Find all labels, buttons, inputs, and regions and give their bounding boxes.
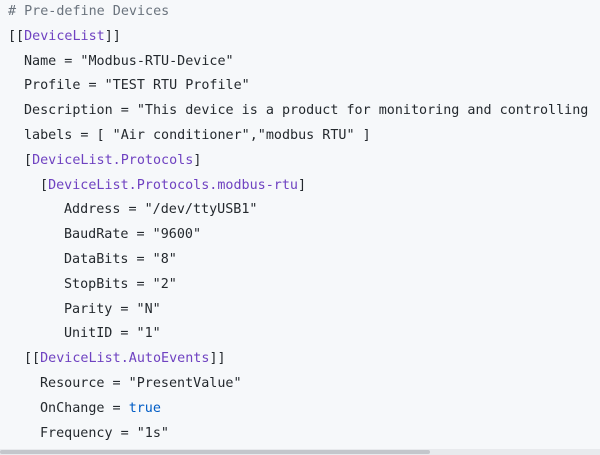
comment-line: # Pre-define Devices <box>8 0 169 25</box>
horizontal-scrollbar-thumb[interactable] <box>0 450 430 454</box>
onchange-value: true <box>128 400 161 416</box>
frequency-text: Frequency = "1s" <box>40 425 169 441</box>
baudrate-line: BaudRate = "9600" <box>64 223 201 248</box>
description-line: Description = "This device is a product … <box>24 99 588 124</box>
name-text: Name = "Modbus-RTU-Device" <box>24 53 234 69</box>
bracket-open: [ <box>40 177 49 193</box>
stopbits-line: StopBits = "2" <box>64 273 177 298</box>
section-header-autoevents: [[DeviceList.AutoEvents]] <box>24 347 226 372</box>
address-line: Address = "/dev/ttyUSB1" <box>64 198 257 223</box>
onchange-key: OnChange = <box>40 400 129 416</box>
description-text: Description = "This device is a product … <box>24 103 589 119</box>
name-line: Name = "Modbus-RTU-Device" <box>24 50 234 75</box>
profile-line: Profile = "TEST RTU Profile" <box>24 74 250 99</box>
section-header-modbus-rtu: [DeviceList.Protocols.modbus-rtu] <box>40 174 306 199</box>
section-name: DeviceList.Protocols <box>32 152 194 168</box>
code-block: # Pre-define Devices [[DeviceList]] Name… <box>0 0 600 455</box>
section-header-protocols: [DeviceList.Protocols] <box>24 149 201 174</box>
comment-text: # Pre-define Devices <box>8 4 170 19</box>
baudrate-text: BaudRate = "9600" <box>64 227 202 243</box>
section-header-devicelist: [[DeviceList]] <box>8 25 121 50</box>
onchange-line: OnChange = true <box>40 397 161 422</box>
resource-text: Resource = "PresentValue" <box>40 376 242 391</box>
bracket-open: [[ <box>8 28 25 44</box>
frequency-line: Frequency = "1s" <box>40 422 169 447</box>
bracket-close: ] <box>193 152 202 168</box>
section-name: DeviceList.Protocols.modbus-rtu <box>48 177 298 193</box>
section-name: DeviceList.AutoEvents <box>40 351 210 367</box>
labels-text: labels = [ "Air conditioner","modbus RTU… <box>24 128 371 143</box>
bracket-open: [[ <box>24 351 41 367</box>
bracket-close: ]] <box>104 28 121 44</box>
unitid-text: UnitID = "1" <box>64 326 161 342</box>
unitid-line: UnitID = "1" <box>64 322 161 347</box>
labels-line: labels = [ "Air conditioner","modbus RTU… <box>24 124 371 149</box>
bracket-close: ]] <box>209 351 226 367</box>
databits-line: DataBits = "8" <box>64 248 177 273</box>
profile-text: Profile = "TEST RTU Profile" <box>24 78 250 94</box>
parity-text: Parity = "N" <box>64 301 161 317</box>
address-text: Address = "/dev/ttyUSB1" <box>64 202 258 218</box>
stopbits-text: StopBits = "2" <box>64 276 177 292</box>
bracket-open: [ <box>24 152 33 168</box>
parity-line: Parity = "N" <box>64 298 161 323</box>
resource-line: Resource = "PresentValue" <box>40 372 242 397</box>
databits-text: DataBits = "8" <box>64 252 177 267</box>
section-name: DeviceList <box>24 28 105 44</box>
bracket-close: ] <box>297 177 307 193</box>
